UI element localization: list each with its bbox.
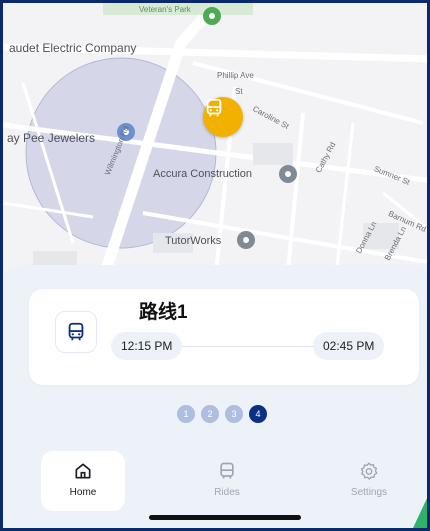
map-label-phillip-ave: Phillip Ave	[217, 71, 254, 80]
route-end-time: 02:45 PM	[313, 332, 385, 360]
tab-home-label: Home	[69, 487, 97, 498]
pager-dot-3[interactable]: 3	[225, 405, 243, 423]
bus-location-marker[interactable]	[203, 97, 243, 137]
map-label-gaudet: audet Electric Company	[9, 41, 137, 55]
park-pin-icon	[203, 7, 221, 25]
map-label-st: St	[235, 87, 243, 96]
app-screen: Veteran's Park audet Electric Company Ph…	[0, 0, 430, 531]
bus-icon	[206, 98, 222, 117]
route-bus-icon-box	[55, 311, 97, 353]
home-icon	[75, 463, 91, 479]
tab-rides[interactable]: Rides	[185, 451, 269, 511]
tab-rides-label: Rides	[214, 487, 240, 498]
map-view[interactable]: Veteran's Park audet Electric Company Ph…	[3, 3, 427, 303]
map-label-tutorworks: TutorWorks	[165, 235, 222, 247]
bus-icon	[220, 462, 234, 479]
tab-settings[interactable]: Settings	[327, 451, 411, 511]
tab-settings-label: Settings	[350, 487, 388, 498]
pager-dot-4[interactable]: 4	[249, 405, 267, 423]
route-timeline	[181, 346, 321, 347]
map-label-veterans-park: Veteran's Park	[139, 5, 191, 14]
home-indicator[interactable]	[149, 515, 301, 520]
gear-icon	[360, 462, 378, 480]
accura-pin-icon[interactable]	[279, 165, 297, 183]
route-title: 路线1	[139, 302, 188, 323]
route-start-time: 12:15 PM	[111, 332, 183, 360]
map-label-accura: Accura Construction	[153, 168, 253, 180]
pager-dot-2[interactable]: 2	[201, 405, 219, 423]
green-marker-edge	[413, 494, 427, 528]
bus-icon	[68, 322, 84, 341]
tab-home[interactable]: Home	[41, 451, 125, 511]
pager-dot-1[interactable]: 1	[177, 405, 195, 423]
route-pager: 1 2 3 4	[177, 405, 267, 423]
map-label-jewelers: ay Pee Jewelers	[7, 131, 96, 145]
tutorworks-pin-icon[interactable]	[237, 231, 255, 249]
